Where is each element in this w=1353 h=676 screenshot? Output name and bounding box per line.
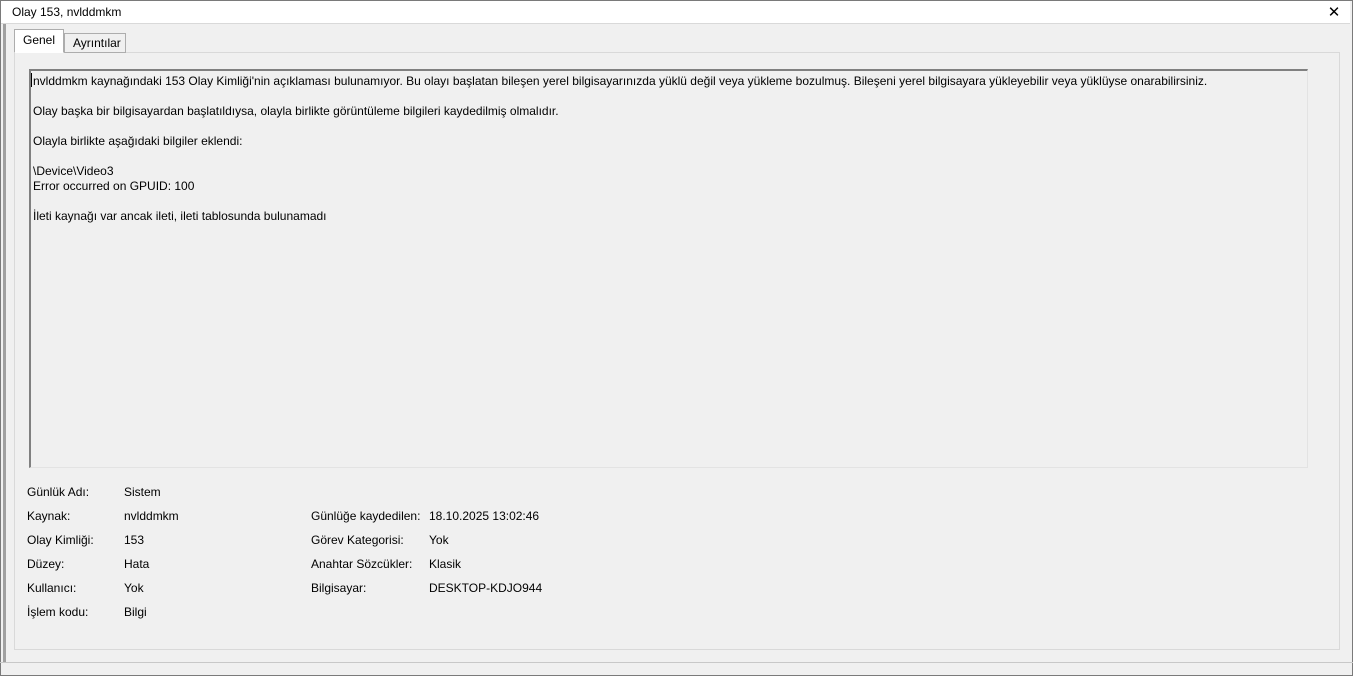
description-blank-line <box>33 119 1305 134</box>
user-value[interactable]: Yok <box>124 581 144 595</box>
description-line: Error occurred on GPUID: 100 <box>33 179 195 193</box>
source-label: Kaynak: <box>27 509 71 523</box>
description-blank-line <box>33 194 1305 209</box>
keywords-label: Anahtar Sözcükler: <box>311 557 413 571</box>
window-title: Olay 153, nvlddmkm <box>12 5 122 19</box>
tab-ayrintilar[interactable]: Ayrıntılar <box>64 33 126 53</box>
log-name-value[interactable]: Sistem <box>124 485 161 499</box>
description-line: Olay başka bir bilgisayardan başlatıldıy… <box>33 104 559 118</box>
logged-label: Günlüğe kaydedilen: <box>311 509 421 523</box>
event-id-label: Olay Kimliği: <box>27 533 94 547</box>
description-line: İleti kaynağı var ancak ileti, ileti tab… <box>33 209 327 223</box>
description-blank-line <box>33 89 1305 104</box>
description-line: \Device\Video3 <box>33 164 114 178</box>
description-blank-line <box>33 149 1305 164</box>
event-id-value[interactable]: 153 <box>124 533 144 547</box>
computer-value[interactable]: DESKTOP-KDJO944 <box>429 581 542 595</box>
opcode-label: İşlem kodu: <box>27 605 89 619</box>
text-caret <box>31 73 32 87</box>
level-label: Düzey: <box>27 557 65 571</box>
bottom-divider <box>0 662 1353 663</box>
logged-value[interactable]: 18.10.2025 13:02:46 <box>429 509 539 523</box>
log-name-label: Günlük Adı: <box>27 485 90 499</box>
description-line: nvlddmkm kaynağındaki 153 Olay Kimliği'n… <box>33 74 1208 88</box>
task-category-label: Görev Kategorisi: <box>311 533 404 547</box>
level-value[interactable]: Hata <box>124 557 149 571</box>
window-left-border <box>3 24 6 662</box>
computer-label: Bilgisayar: <box>311 581 367 595</box>
source-value[interactable]: nvlddmkm <box>124 509 179 523</box>
description-line: Olayla birlikte aşağıdaki bilgiler eklen… <box>33 134 243 148</box>
task-category-value[interactable]: Yok <box>429 533 449 547</box>
title-bar[interactable]: Olay 153, nvlddmkm ✕ <box>1 1 1350 24</box>
opcode-value[interactable]: Bilgi <box>124 605 147 619</box>
tab-genel[interactable]: Genel <box>14 29 64 53</box>
user-label: Kullanıcı: <box>27 581 77 595</box>
event-description-textbox[interactable]: nvlddmkm kaynağındaki 153 Olay Kimliği'n… <box>29 69 1308 468</box>
keywords-value[interactable]: Klasik <box>429 557 461 571</box>
close-icon[interactable]: ✕ <box>1324 3 1344 21</box>
